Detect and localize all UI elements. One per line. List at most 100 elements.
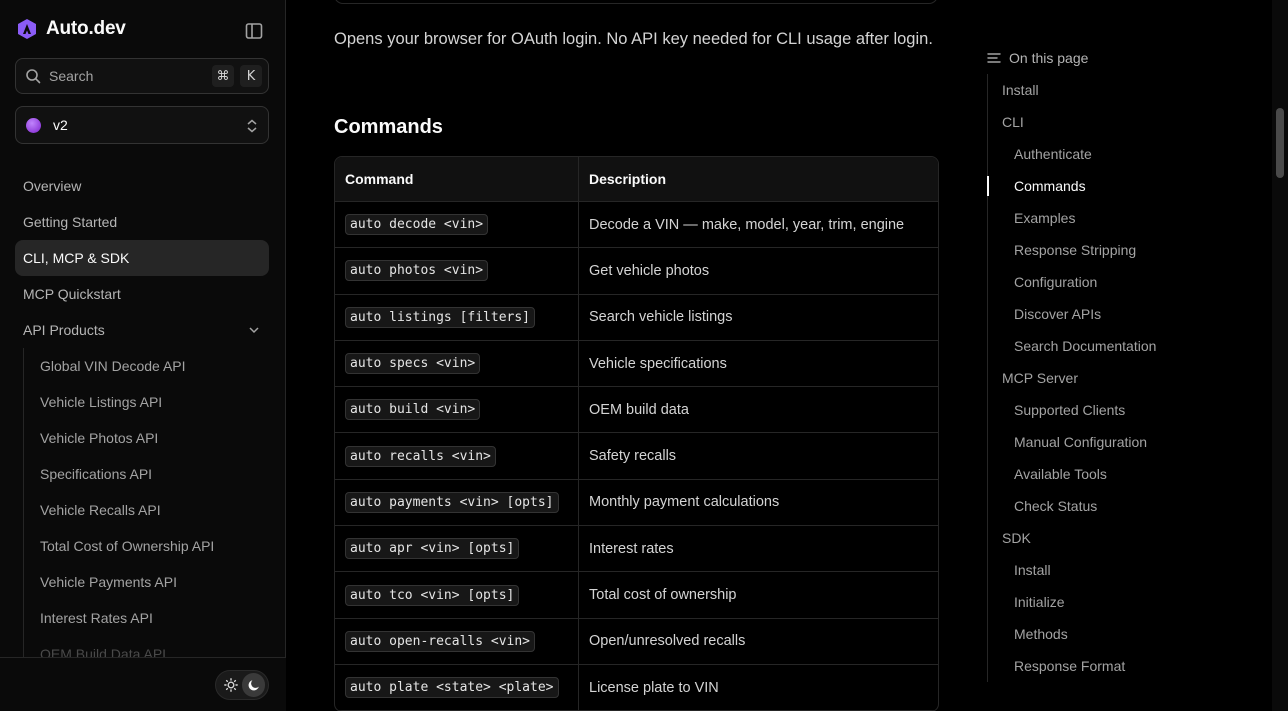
chevron-up-down-icon <box>247 119 257 133</box>
api-products-submenu: Global VIN Decode API Vehicle Listings A… <box>23 348 269 657</box>
description-cell: Search vehicle listings <box>579 295 938 341</box>
toc-link-response-stripping[interactable]: Response Stripping <box>988 234 1207 266</box>
command-cell: auto apr <vin> [opts] <box>335 526 579 573</box>
brand-name: Auto.dev <box>46 18 126 39</box>
version-select[interactable]: v2 <box>15 106 269 144</box>
auto-dev-logo-icon <box>18 19 36 39</box>
command-cell: auto payments <vin> [opts] <box>335 479 579 527</box>
table-row: auto apr <vin> [opts] Interest rates <box>335 526 938 573</box>
command-cell: auto decode <vin> <box>335 202 579 249</box>
command-key-icon: ⌘ <box>212 65 234 87</box>
sidebar: Auto.dev Search ⌘ K v2 Overview Getting … <box>0 0 286 711</box>
table-row: auto photos <vin> Get vehicle photos <box>335 248 938 295</box>
toc-link-initialize[interactable]: Initialize <box>988 586 1207 618</box>
command-cell: auto listings [filters] <box>335 294 579 341</box>
table-row: auto build <vin> OEM build data <box>335 387 938 434</box>
table-row: auto payments <vin> [opts] Monthly paymen… <box>335 479 938 527</box>
chevron-down-icon <box>249 327 259 334</box>
toc-link-install[interactable]: Install <box>988 74 1207 106</box>
toc-link-supported-clients[interactable]: Supported Clients <box>988 394 1207 426</box>
description-cell: Decode a VIN — make, model, year, trim, … <box>579 202 938 249</box>
sidebar-item-interest-rates[interactable]: Interest Rates API <box>24 600 269 636</box>
toc-link-configuration[interactable]: Configuration <box>988 266 1207 298</box>
k-key: K <box>240 65 262 87</box>
command-code: auto open-recalls <vin> <box>345 630 536 652</box>
sidebar-toggle-icon[interactable] <box>244 21 264 41</box>
sidebar-item-api-products[interactable]: API Products <box>15 312 269 348</box>
table-row: auto specs <vin> Vehicle specifications <box>335 340 938 388</box>
commands-table-body: auto decode <vin> Decode a VIN — make, mo… <box>335 202 938 711</box>
version-label: v2 <box>53 117 68 133</box>
sidebar-item-mcp-quickstart[interactable]: MCP Quickstart <box>15 276 269 312</box>
column-header-description: Description <box>579 157 938 202</box>
toc-link-methods[interactable]: Methods <box>988 618 1207 650</box>
sidebar-item-vehicle-recalls[interactable]: Vehicle Recalls API <box>24 492 269 528</box>
version-dot-icon <box>26 117 41 133</box>
command-cell: auto specs <vin> <box>335 340 579 388</box>
command-code: auto specs <vin> <box>345 353 481 375</box>
section-heading-commands: Commands <box>334 116 443 138</box>
command-cell: auto build <vin> <box>335 387 579 434</box>
toc-link-check-status[interactable]: Check Status <box>988 490 1207 522</box>
sidebar-item-global-vin-decode[interactable]: Global VIN Decode API <box>24 348 269 384</box>
command-code: auto photos <vin> <box>345 260 489 282</box>
description-cell: Safety recalls <box>579 433 938 480</box>
sidebar-item-cli-mcp-sdk[interactable]: CLI, MCP & SDK <box>15 240 269 276</box>
table-of-contents: On this page Install CLI Authenticate Comma… <box>987 48 1207 682</box>
sun-icon <box>223 678 238 692</box>
table-row: auto open-recalls <vin> Open/unresolved r… <box>335 618 938 665</box>
table-row: auto decode <vin> Decode a VIN — make, mo… <box>335 202 938 249</box>
search-input[interactable]: Search ⌘ K <box>15 58 269 94</box>
light-mode-button[interactable] <box>219 673 242 697</box>
toc-link-available-tools[interactable]: Available Tools <box>988 458 1207 490</box>
toc-link-examples[interactable]: Examples <box>988 202 1207 234</box>
sidebar-item-getting-started[interactable]: Getting Started <box>15 204 269 240</box>
toc-link-response-format[interactable]: Response Format <box>988 650 1207 682</box>
description-cell: Monthly payment calculations <box>579 480 938 527</box>
sidebar-item-vehicle-payments[interactable]: Vehicle Payments API <box>24 564 269 600</box>
table-header-row: Command Description <box>335 157 938 202</box>
sidebar-item-overview[interactable]: Overview <box>15 168 269 204</box>
description-cell: License plate to VIN <box>579 665 938 711</box>
description-cell: Total cost of ownership <box>579 572 938 619</box>
toc-link-discover-apis[interactable]: Discover APIs <box>988 298 1207 330</box>
table-row: auto tco <vin> [opts] Total cost of owner… <box>335 572 938 619</box>
toc-link-mcp-server[interactable]: MCP Server <box>988 362 1207 394</box>
table-row: auto plate <state> <plate> License plate … <box>335 664 938 711</box>
command-code: auto build <vin> <box>345 399 481 421</box>
sidebar-item-vehicle-photos[interactable]: Vehicle Photos API <box>24 420 269 456</box>
toc-link-install[interactable]: Install <box>988 554 1207 586</box>
description-cell: Open/unresolved recalls <box>579 619 938 665</box>
command-cell: auto open-recalls <vin> <box>335 618 579 665</box>
command-code: auto decode <vin> <box>345 214 489 236</box>
sidebar-footer <box>0 657 286 711</box>
toc-link-sdk[interactable]: SDK <box>988 522 1207 554</box>
search-placeholder: Search <box>49 68 94 84</box>
sidebar-item-vehicle-listings[interactable]: Vehicle Listings API <box>24 384 269 420</box>
command-cell: auto tco <vin> [opts] <box>335 572 579 619</box>
search-icon <box>26 69 41 84</box>
sidebar-nav: Overview Getting Started CLI, MCP & SDK … <box>15 168 269 657</box>
theme-toggle[interactable] <box>215 670 269 700</box>
column-header-command: Command <box>335 157 579 202</box>
description-cell: OEM build data <box>579 387 938 434</box>
toc-link-authenticate[interactable]: Authenticate <box>988 138 1207 170</box>
page-scrollbar[interactable] <box>1272 0 1288 711</box>
brand[interactable]: Auto.dev <box>16 18 126 40</box>
sidebar-item-specifications[interactable]: Specifications API <box>24 456 269 492</box>
sidebar-item-oem-build-data[interactable]: OEM Build Data API <box>24 636 269 657</box>
list-icon <box>987 53 1001 63</box>
main-content: Opens your browser for OAuth login. No A… <box>286 0 972 711</box>
toc-link-search-documentation[interactable]: Search Documentation <box>988 330 1207 362</box>
description-cell: Interest rates <box>579 526 938 573</box>
sidebar-item-total-cost-ownership[interactable]: Total Cost of Ownership API <box>24 528 269 564</box>
toc-list: Install CLI Authenticate Commands Examples Re… <box>987 74 1207 682</box>
toc-link-manual-configuration[interactable]: Manual Configuration <box>988 426 1207 458</box>
toc-link-cli[interactable]: CLI <box>988 106 1207 138</box>
dark-mode-button[interactable] <box>242 673 265 697</box>
toc-link-commands[interactable]: Commands <box>987 170 1207 202</box>
command-code: auto recalls <vin> <box>345 445 496 467</box>
scrollbar-thumb[interactable] <box>1276 108 1284 178</box>
auth-paragraph: Opens your browser for OAuth login. No A… <box>334 30 933 48</box>
toc-title: On this page <box>1009 50 1089 66</box>
